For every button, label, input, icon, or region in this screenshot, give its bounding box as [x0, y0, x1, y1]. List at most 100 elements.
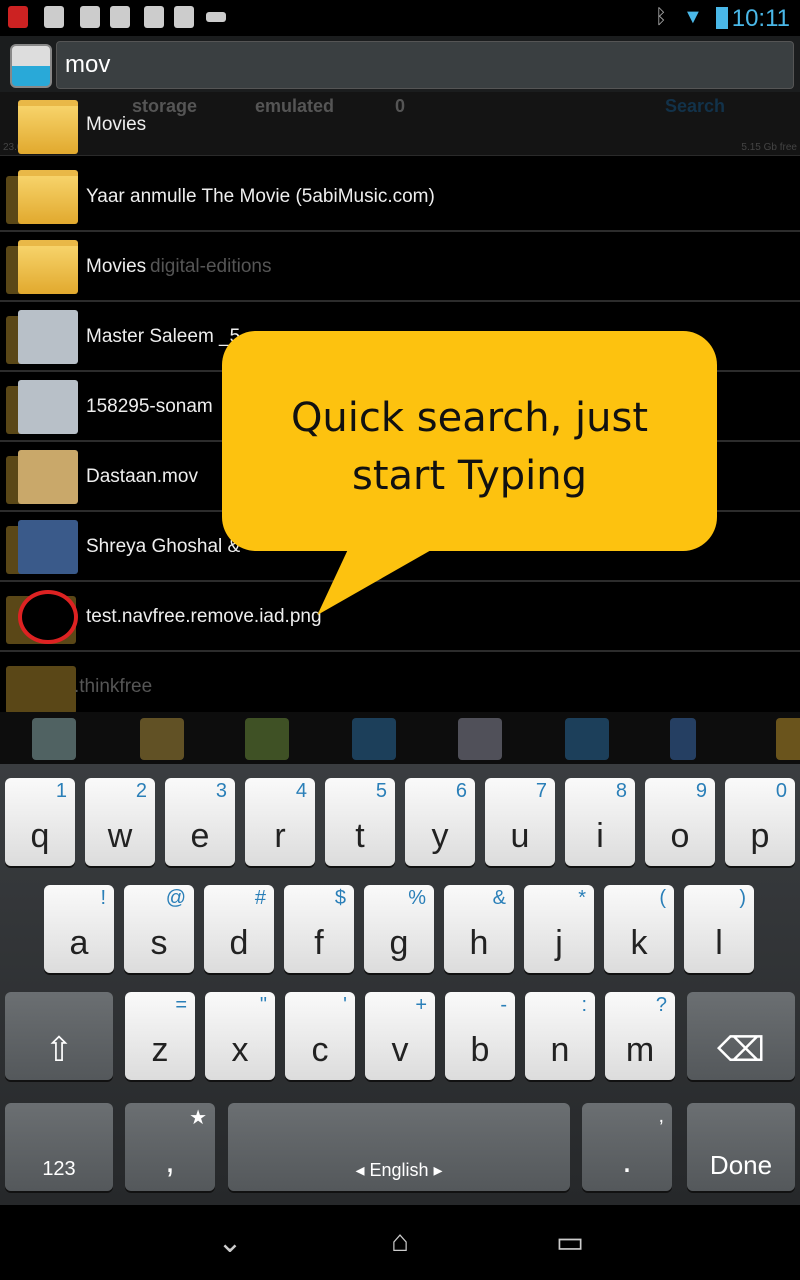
- back-icon[interactable]: [352, 718, 396, 760]
- backspace-key[interactable]: ⌫: [687, 992, 795, 1080]
- navigation-bar: ⌄ ⌂ ▭: [0, 1205, 800, 1280]
- bottom-toolbar: [0, 712, 800, 764]
- favorite-icon[interactable]: [776, 718, 800, 760]
- list-item[interactable]: Movies: [0, 92, 800, 156]
- key-label: 123: [42, 1158, 76, 1180]
- key-f[interactable]: $ f: [284, 885, 354, 973]
- search-bar: [0, 36, 800, 96]
- key-alt-label: %: [408, 887, 426, 909]
- list-item[interactable]: digital-editions Movies: [0, 232, 800, 302]
- clock: 10:11: [731, 5, 790, 32]
- key-label: c: [311, 1031, 329, 1069]
- key-u[interactable]: 7u: [485, 778, 555, 866]
- list-item[interactable]: Yaar anmulle The Movie (5abiMusic.com): [0, 162, 800, 232]
- facebook-icon: [174, 6, 194, 28]
- key-alt-label: 0: [775, 780, 787, 802]
- key-alt-label: $: [334, 887, 346, 909]
- key-label: z: [151, 1031, 169, 1069]
- folder-thumbnail-icon: [18, 100, 78, 154]
- key-label: l: [715, 924, 723, 962]
- space-key[interactable]: ◂ English ▸: [228, 1103, 570, 1191]
- key-v[interactable]: + v: [365, 992, 435, 1080]
- key-label: q: [30, 817, 50, 855]
- key-alt-label: 9: [695, 780, 707, 802]
- key-h[interactable]: & h: [444, 885, 514, 973]
- key-alt-label: ): [739, 887, 746, 909]
- key-i[interactable]: 8i: [565, 778, 635, 866]
- key-p[interactable]: 0p: [725, 778, 795, 866]
- key-w[interactable]: 2w: [85, 778, 155, 866]
- key-q[interactable]: 1q: [5, 778, 75, 866]
- key-c[interactable]: ' c: [285, 992, 355, 1080]
- image-thumbnail-icon: [18, 310, 78, 364]
- key-k[interactable]: (k: [604, 885, 674, 973]
- search-icon[interactable]: [458, 718, 502, 760]
- new-folder-icon[interactable]: [140, 718, 184, 760]
- background-item-text: digital-editions: [150, 256, 272, 277]
- key-n[interactable]: :n: [525, 992, 595, 1080]
- key-g[interactable]: % g: [364, 885, 434, 973]
- key-x[interactable]: " x: [205, 992, 275, 1080]
- result-name: 158295-sonam: [86, 396, 213, 417]
- facebook-icon: [80, 6, 100, 28]
- unknown-thumbnail-icon: [18, 450, 78, 504]
- key-b[interactable]: -b: [445, 992, 515, 1080]
- key-label: a: [69, 924, 89, 962]
- background-item-text: .thinkfree: [74, 676, 153, 697]
- comma-key[interactable]: ★,: [125, 1103, 215, 1191]
- result-name: Master Saleem _5: [86, 326, 241, 347]
- back-nav-icon[interactable]: ⌄: [200, 1225, 260, 1261]
- app-logo-icon[interactable]: [10, 44, 52, 88]
- key-label: ⇧: [44, 1031, 74, 1069]
- key-j[interactable]: * j: [524, 885, 594, 973]
- key-z[interactable]: = z: [125, 992, 195, 1080]
- key-m[interactable]: ? m: [605, 992, 675, 1080]
- key-y[interactable]: 6y: [405, 778, 475, 866]
- key-o[interactable]: 9o: [645, 778, 715, 866]
- key-alt-label: 2: [135, 780, 147, 802]
- tap-icon[interactable]: [670, 718, 696, 760]
- key-a[interactable]: ! a: [44, 885, 114, 973]
- key-label: ,: [165, 1142, 175, 1180]
- key-label: d: [229, 924, 249, 962]
- key-alt-label: ': [343, 994, 347, 1016]
- key-alt-label: ": [259, 994, 267, 1016]
- result-name: Movies: [86, 114, 147, 135]
- tooltip-line1: Quick search, just: [290, 395, 649, 441]
- key-label: g: [389, 924, 409, 962]
- key-alt-label: 1: [55, 780, 67, 802]
- tooltip-line2: start Typing: [352, 453, 587, 499]
- shift-key[interactable]: ⇧: [5, 992, 113, 1080]
- skype-icon: [44, 6, 64, 28]
- key-s[interactable]: @ s: [124, 885, 194, 973]
- key-alt-label: ★: [189, 1107, 207, 1129]
- key-label: j: [555, 924, 563, 962]
- key-label: i: [596, 817, 604, 855]
- key-label: p: [750, 817, 770, 855]
- key-e[interactable]: 3e: [165, 778, 235, 866]
- key-alt-label: 4: [295, 780, 307, 802]
- keyboard-icon: [206, 12, 226, 22]
- search-input[interactable]: [56, 41, 794, 89]
- home-nav-icon[interactable]: ⌂: [370, 1225, 430, 1261]
- multi-select-icon[interactable]: [245, 718, 289, 760]
- key-t[interactable]: 5t: [325, 778, 395, 866]
- period-key[interactable]: ,.: [582, 1103, 672, 1191]
- key-label: r: [274, 817, 286, 855]
- key-label: m: [625, 1031, 655, 1069]
- recents-nav-icon[interactable]: ▭: [540, 1225, 600, 1261]
- key-alt-label: :: [581, 994, 587, 1016]
- refresh-icon[interactable]: [565, 718, 609, 760]
- app-shield-icon: [8, 6, 28, 28]
- key-label: w: [107, 817, 133, 855]
- key-l[interactable]: ) l: [684, 885, 754, 973]
- key-d[interactable]: # d: [204, 885, 274, 973]
- done-key[interactable]: Done: [687, 1103, 795, 1191]
- home-icon[interactable]: [32, 718, 76, 760]
- key-r[interactable]: 4r: [245, 778, 315, 866]
- key-alt-label: =: [175, 994, 187, 1016]
- key-alt-label: #: [254, 887, 266, 909]
- symbols-key[interactable]: 123: [5, 1103, 113, 1191]
- key-alt-label: ,: [658, 1105, 664, 1127]
- folder-thumbnail-icon: [18, 170, 78, 224]
